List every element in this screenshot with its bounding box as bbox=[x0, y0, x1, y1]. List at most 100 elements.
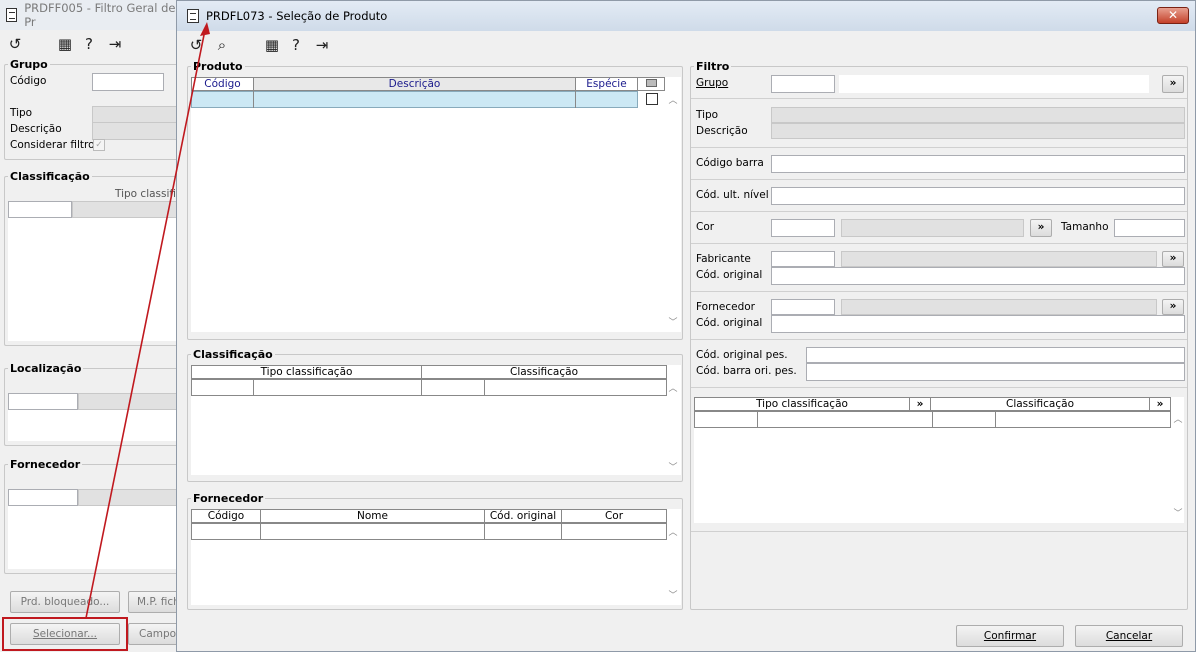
fabricante-input[interactable] bbox=[771, 251, 835, 267]
help-icon[interactable]: ? bbox=[287, 37, 305, 53]
produto-header-descricao[interactable]: Descrição bbox=[253, 77, 576, 91]
back-tipo-label: Tipo bbox=[10, 107, 33, 119]
back-descricao-input bbox=[92, 122, 177, 140]
cor-desc-input bbox=[841, 219, 1024, 237]
back-fornecedor-cell[interactable] bbox=[8, 489, 78, 506]
help-icon[interactable]: ? bbox=[80, 36, 98, 52]
close-button[interactable]: ✕ bbox=[1157, 7, 1189, 24]
produto-header-especie[interactable]: Espécie bbox=[575, 77, 638, 91]
scroll-down-icon[interactable]: ﹀ bbox=[667, 463, 679, 473]
calendar-icon[interactable]: ▦ bbox=[56, 36, 74, 52]
filtro-classif-cell-2[interactable] bbox=[757, 411, 933, 428]
grupo-input[interactable] bbox=[771, 75, 835, 93]
scroll-up-icon[interactable]: ︿ bbox=[667, 384, 679, 394]
exit-icon[interactable]: ⇥ bbox=[313, 37, 331, 53]
divider bbox=[691, 98, 1187, 99]
main-window-title: PRDFL073 - Seleção de Produto bbox=[206, 9, 388, 23]
fornecedor-input[interactable] bbox=[771, 299, 835, 315]
tipo-label: Tipo bbox=[696, 109, 719, 121]
cod-original-label: Cód. original bbox=[696, 269, 763, 281]
back-window-title: PRDFF005 - Filtro Geral de Pr bbox=[24, 1, 176, 29]
produto-row-checkbox[interactable] bbox=[646, 93, 658, 105]
produto-header-codigo[interactable]: Código bbox=[191, 77, 254, 91]
scroll-up-icon[interactable]: ︿ bbox=[667, 96, 679, 106]
scroll-down-icon[interactable]: ﹀ bbox=[667, 318, 679, 328]
codigo-barra-input[interactable] bbox=[771, 155, 1185, 173]
back-localizacao-cell[interactable] bbox=[8, 393, 78, 410]
classif-header-classificacao[interactable]: Classificação bbox=[421, 365, 667, 379]
divider bbox=[691, 291, 1187, 292]
grupo-desc-input bbox=[839, 75, 1149, 93]
forn-header-cor[interactable]: Cor bbox=[561, 509, 667, 523]
filtro-header-tipo-more[interactable]: » bbox=[909, 397, 931, 411]
filtro-header-classificacao[interactable]: Classificação bbox=[930, 397, 1150, 411]
back-classificacao-title: Classificação bbox=[8, 170, 92, 183]
fornecedor-more-button[interactable]: » bbox=[1162, 299, 1184, 315]
back-codigo-input[interactable] bbox=[92, 73, 164, 91]
scroll-up-icon[interactable]: ︿ bbox=[1172, 415, 1184, 425]
cor-label: Cor bbox=[696, 221, 715, 233]
fornecedor-label: Fornecedor bbox=[696, 301, 755, 313]
classif-cell-4[interactable] bbox=[484, 379, 667, 396]
produto-header-select[interactable] bbox=[637, 77, 665, 91]
filtro-header-classif-more[interactable]: » bbox=[1149, 397, 1171, 411]
campo-button[interactable]: Campo bbox=[128, 623, 177, 645]
descricao-input bbox=[771, 123, 1185, 139]
cod-ult-nivel-input[interactable] bbox=[771, 187, 1185, 205]
confirmar-button[interactable]: Confirmar bbox=[956, 625, 1064, 647]
main-window: PRDFL073 - Seleção de Produto ✕ ↺ ⌕ ▦ ? … bbox=[176, 0, 1196, 652]
refresh-icon[interactable]: ↺ bbox=[187, 37, 205, 53]
filtro-classif-cell-4[interactable] bbox=[995, 411, 1171, 428]
classif-cell-3[interactable] bbox=[421, 379, 485, 396]
forn-cell-2[interactable] bbox=[260, 523, 485, 540]
divider bbox=[691, 179, 1187, 180]
search-icon[interactable]: ⌕ bbox=[213, 37, 231, 53]
classif-cell-1[interactable] bbox=[191, 379, 254, 396]
divider bbox=[691, 339, 1187, 340]
filtro-header-tipo[interactable]: Tipo classificação bbox=[694, 397, 910, 411]
classificacao-title: Classificação bbox=[191, 348, 275, 361]
cancelar-label: Cancelar bbox=[1105, 630, 1153, 642]
document-icon bbox=[187, 9, 199, 23]
back-localizacao-title: Localização bbox=[8, 362, 84, 375]
forn-cell-4[interactable] bbox=[561, 523, 667, 540]
cod-original-pes-input[interactable] bbox=[806, 347, 1185, 363]
refresh-icon[interactable]: ↺ bbox=[6, 36, 24, 52]
cor-input[interactable] bbox=[771, 219, 835, 237]
forn-cell-3[interactable] bbox=[484, 523, 562, 540]
grupo-more-button[interactable]: » bbox=[1162, 75, 1184, 93]
fabricante-more-button[interactable]: » bbox=[1162, 251, 1184, 267]
divider bbox=[691, 243, 1187, 244]
scroll-up-icon[interactable]: ︿ bbox=[667, 528, 679, 538]
cod-barra-ori-pes-input[interactable] bbox=[806, 363, 1185, 381]
scroll-down-icon[interactable]: ﹀ bbox=[1172, 509, 1184, 519]
filtro-classif-cell-1[interactable] bbox=[694, 411, 758, 428]
classif-header-tipo[interactable]: Tipo classificação bbox=[191, 365, 422, 379]
back-grupo-title: Grupo bbox=[8, 58, 50, 71]
forn-cell-1[interactable] bbox=[191, 523, 261, 540]
cod-original-input[interactable] bbox=[771, 267, 1185, 285]
calendar-icon[interactable]: ▦ bbox=[263, 37, 281, 53]
forn-header-nome[interactable]: Nome bbox=[260, 509, 485, 523]
cancelar-button[interactable]: Cancelar bbox=[1075, 625, 1183, 647]
back-classif-cell[interactable] bbox=[8, 201, 72, 218]
prd-bloqueado-button[interactable]: Prd. bloqueado... bbox=[10, 591, 120, 613]
exit-icon[interactable]: ⇥ bbox=[106, 36, 124, 52]
back-considerar-checkbox[interactable]: ✓ bbox=[93, 139, 105, 151]
filtro-classif-cell-3[interactable] bbox=[932, 411, 996, 428]
classif-cell-2[interactable] bbox=[253, 379, 422, 396]
tipo-input bbox=[771, 107, 1185, 123]
divider bbox=[691, 531, 1187, 532]
mp-fich-button[interactable]: M.P. fich bbox=[128, 591, 177, 613]
tamanho-label: Tamanho bbox=[1061, 221, 1109, 233]
forn-header-cod-original[interactable]: Cód. original bbox=[484, 509, 562, 523]
scroll-down-icon[interactable]: ﹀ bbox=[667, 591, 679, 601]
cod-original-pes-label: Cód. original pes. bbox=[696, 349, 788, 361]
back-fornecedor-cell-2 bbox=[78, 489, 177, 506]
forn-header-codigo[interactable]: Código bbox=[191, 509, 261, 523]
cod-barra-ori-pes-label: Cód. barra ori. pes. bbox=[696, 365, 797, 377]
tamanho-input[interactable] bbox=[1114, 219, 1185, 237]
cod-original-2-input[interactable] bbox=[771, 315, 1185, 333]
cor-more-button[interactable]: » bbox=[1030, 219, 1052, 237]
produto-selected-row[interactable] bbox=[191, 91, 638, 108]
